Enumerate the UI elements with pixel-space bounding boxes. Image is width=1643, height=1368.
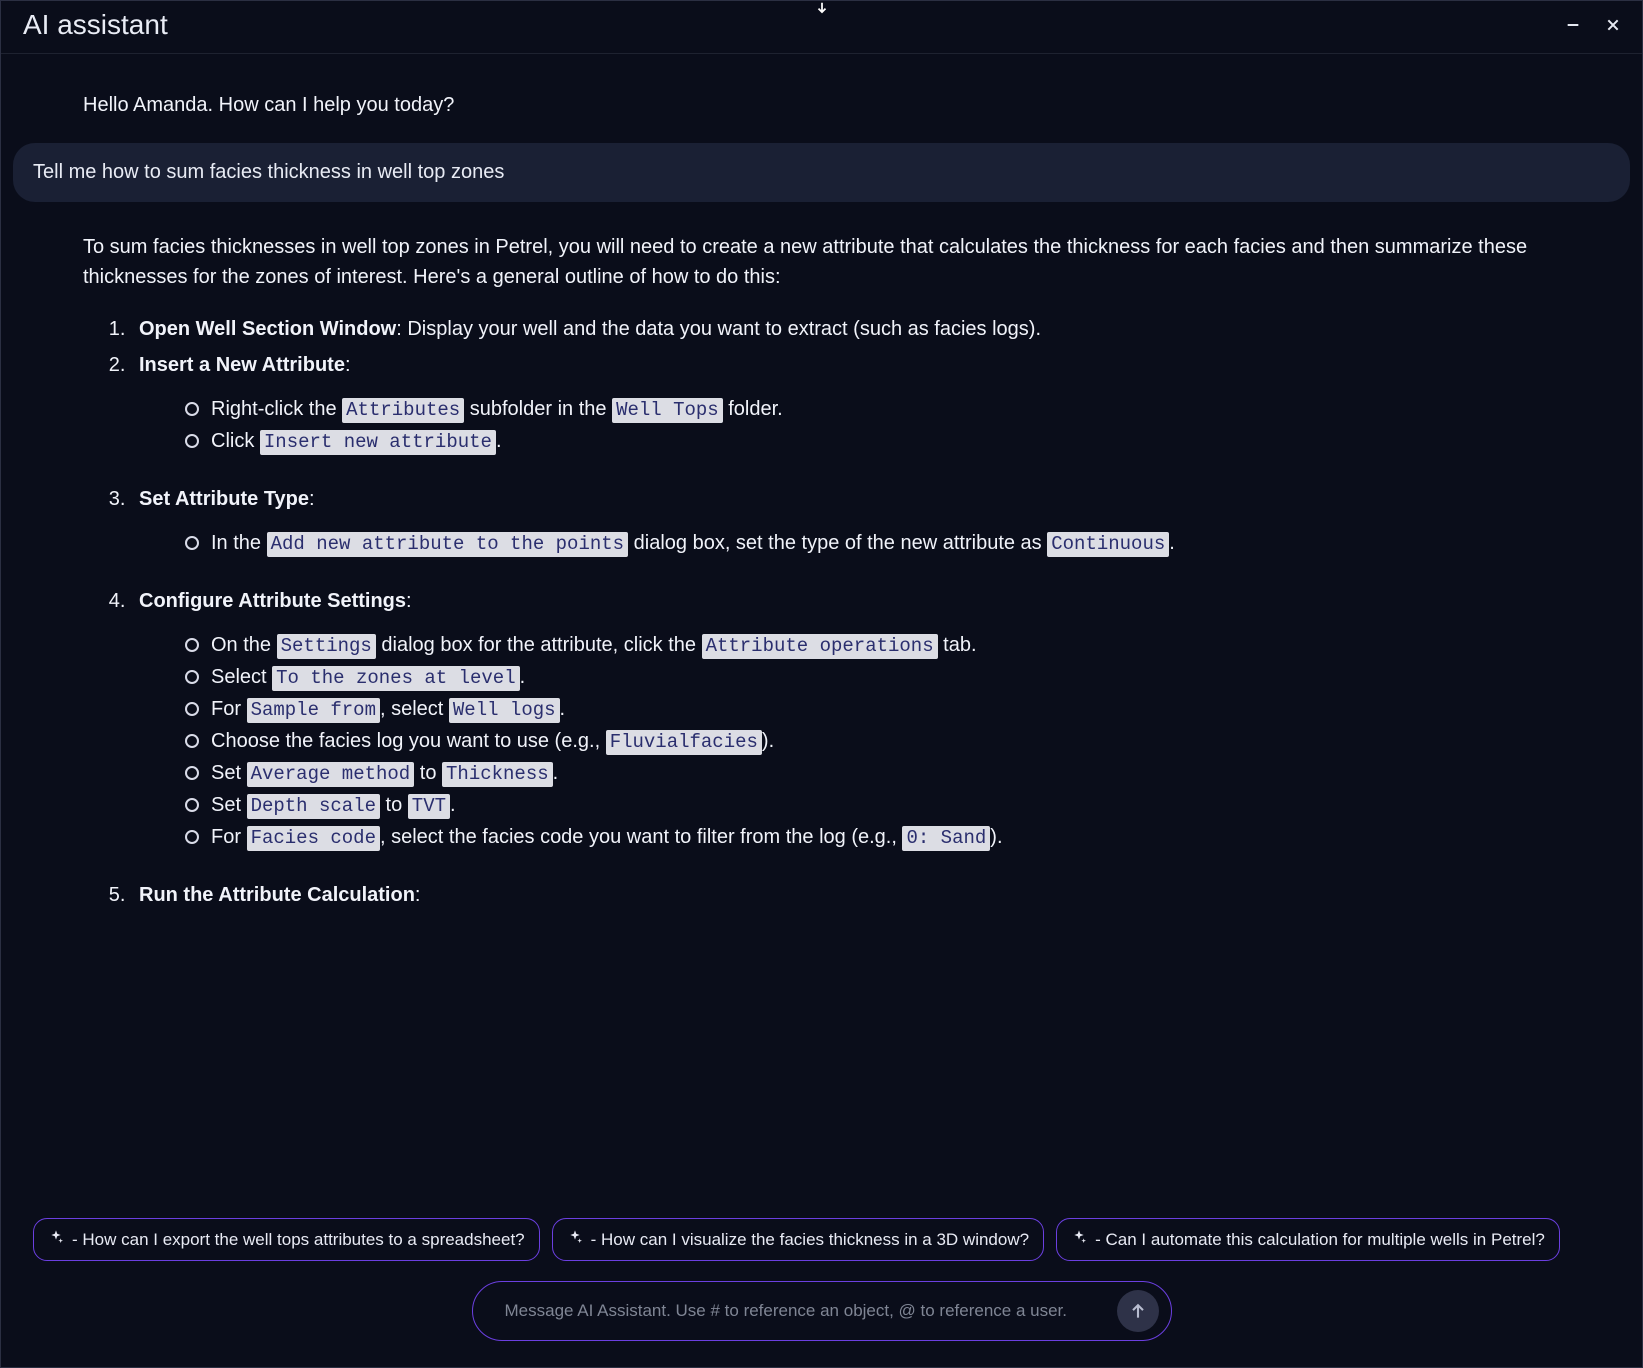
code-token: Well logs [449, 698, 560, 723]
content-area: Hello Amanda. How can I help you today? … [1, 54, 1642, 1367]
ai-assistant-window: AI assistant Hello Amanda. How can I hel… [0, 0, 1643, 1368]
step-3: Set Attribute Type: In the Add new attri… [131, 484, 1608, 558]
suggestion-label: - Can I automate this calculation for mu… [1095, 1230, 1545, 1250]
code-token: Settings [277, 634, 376, 659]
message-input[interactable] [505, 1301, 1117, 1321]
code-token: Well Tops [612, 398, 723, 423]
step-1: Open Well Section Window: Display your w… [131, 314, 1608, 344]
code-token: Continuous [1047, 532, 1169, 557]
list-item: Set Average method to Thickness. [183, 758, 1608, 788]
code-token: To the zones at level [272, 666, 519, 691]
sparkle-icon [48, 1229, 64, 1250]
window-title: AI assistant [23, 9, 168, 41]
step-2: Insert a New Attribute: Right-click the … [131, 350, 1608, 456]
answer-steps: Open Well Section Window: Display your w… [83, 314, 1608, 910]
list-item: For Sample from, select Well logs. [183, 694, 1608, 724]
list-item: Select To the zones at level. [183, 662, 1608, 692]
code-token: Thickness [442, 762, 553, 787]
assistant-answer: To sum facies thicknesses in well top zo… [11, 232, 1632, 910]
suggestion-chips: - How can I export the well tops attribu… [11, 1214, 1632, 1267]
answer-intro: To sum facies thicknesses in well top zo… [83, 232, 1608, 292]
code-token: Insert new attribute [260, 430, 496, 455]
code-token: TVT [408, 794, 450, 819]
list-item: Click Insert new attribute. [183, 426, 1608, 456]
close-button[interactable] [1602, 14, 1624, 36]
input-area [11, 1267, 1632, 1367]
suggestion-label: - How can I visualize the facies thickne… [591, 1230, 1029, 1250]
suggestion-chip[interactable]: - How can I export the well tops attribu… [33, 1218, 540, 1261]
sparkle-icon [1071, 1229, 1087, 1250]
send-button[interactable] [1117, 1290, 1159, 1332]
list-item: In the Add new attribute to the points d… [183, 528, 1608, 558]
code-token: Depth scale [247, 794, 380, 819]
step-5: Run the Attribute Calculation: [131, 880, 1608, 910]
code-token: Facies code [247, 826, 380, 851]
message-input-pill[interactable] [472, 1281, 1172, 1341]
list-item: On the Settings dialog box for the attri… [183, 630, 1608, 660]
list-item: Right-click the Attributes subfolder in … [183, 394, 1608, 424]
window-controls [1562, 14, 1624, 36]
code-token: Add new attribute to the points [267, 532, 628, 557]
sparkle-icon [567, 1229, 583, 1250]
code-token: Sample from [247, 698, 380, 723]
list-item: Set Depth scale to TVT. [183, 790, 1608, 820]
titlebar: AI assistant [1, 1, 1642, 54]
suggestion-chip[interactable]: - How can I visualize the facies thickne… [552, 1218, 1044, 1261]
list-item: Choose the facies log you want to use (e… [183, 726, 1608, 756]
suggestion-label: - How can I export the well tops attribu… [72, 1230, 525, 1250]
list-item: For Facies code, select the facies code … [183, 822, 1608, 852]
chat-scroll[interactable]: Hello Amanda. How can I help you today? … [11, 54, 1632, 1214]
code-token: Attribute operations [702, 634, 938, 659]
suggestion-chip[interactable]: - Can I automate this calculation for mu… [1056, 1218, 1560, 1261]
minimize-button[interactable] [1562, 14, 1584, 36]
user-message-bubble: Tell me how to sum facies thickness in w… [13, 143, 1630, 202]
code-token: Attributes [342, 398, 464, 423]
code-token: 0: Sand [902, 826, 990, 851]
code-token: Average method [247, 762, 415, 787]
assistant-greeting: Hello Amanda. How can I help you today? [11, 54, 1632, 143]
code-token: Fluvialfacies [606, 730, 762, 755]
step-4: Configure Attribute Settings: On the Set… [131, 586, 1608, 852]
